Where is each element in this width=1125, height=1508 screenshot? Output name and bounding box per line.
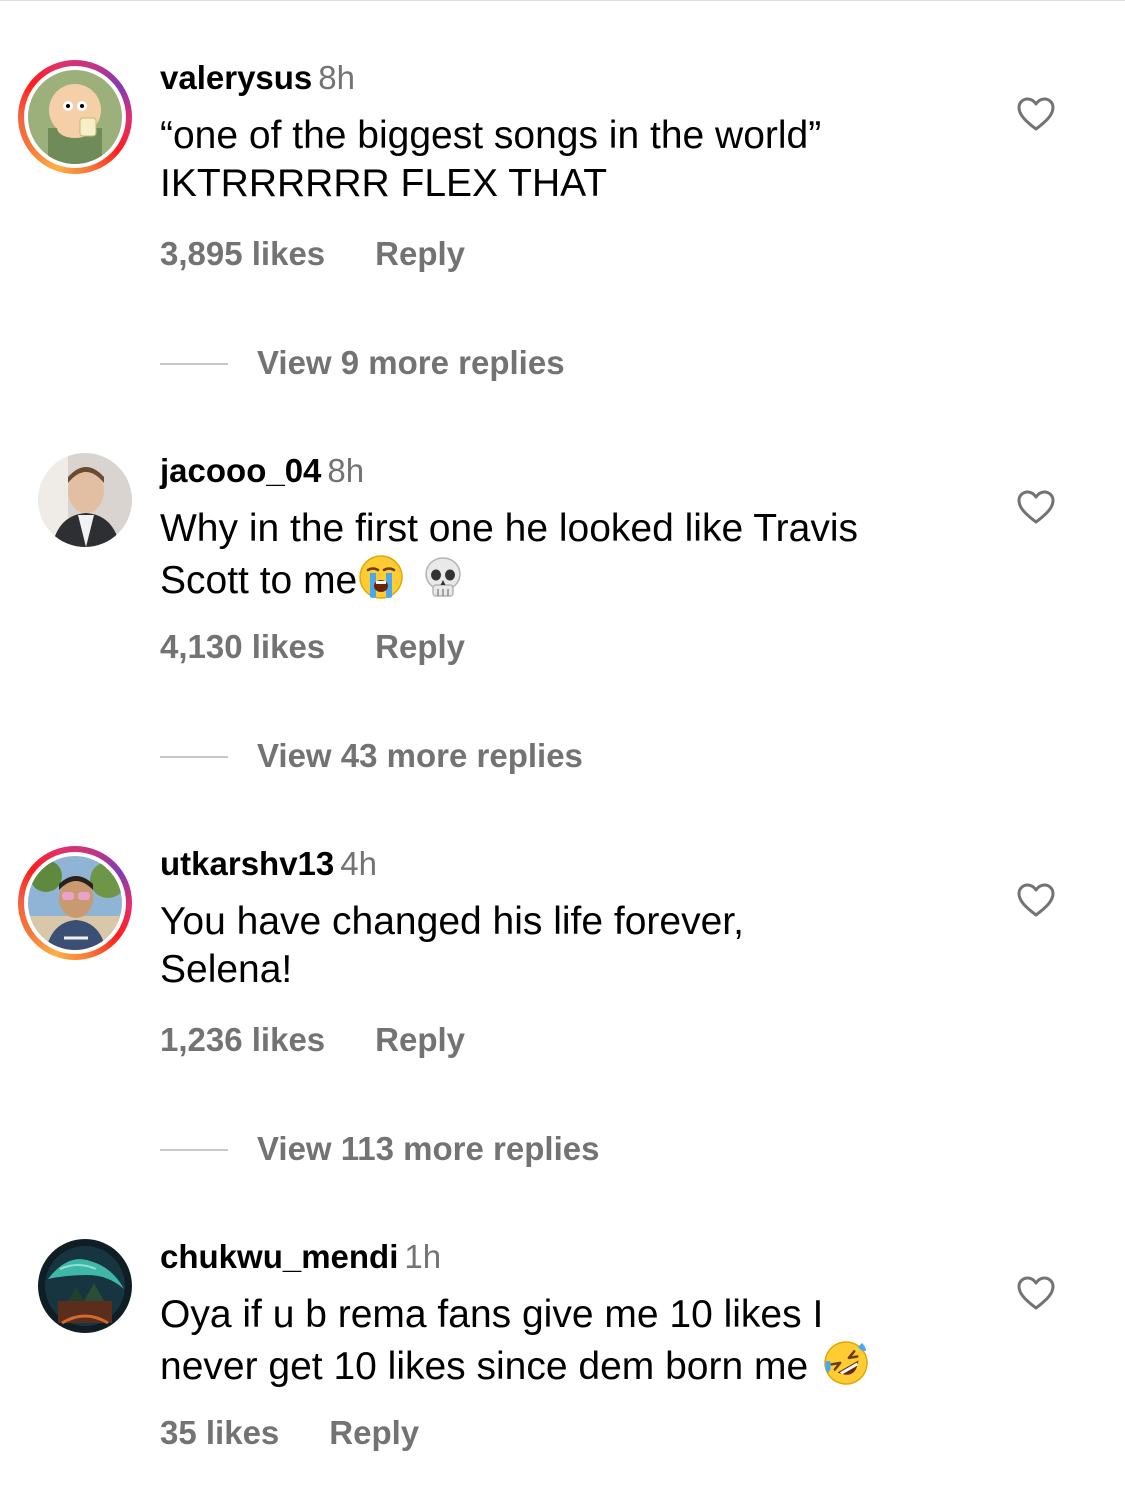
comment-text: You have changed his life forever, Selen…	[160, 900, 744, 991]
replies-divider	[160, 756, 228, 758]
username[interactable]: utkarshv13	[160, 845, 334, 882]
likes-count[interactable]: 4,130 likes	[160, 628, 325, 665]
heart-icon[interactable]	[1016, 1275, 1056, 1311]
heart-icon[interactable]	[1016, 489, 1056, 525]
reply-button[interactable]: Reply	[375, 235, 465, 272]
comment-meta: 3,895 likes Reply	[160, 234, 465, 274]
comment-meta: 4,130 likes Reply	[160, 627, 465, 667]
likes-count[interactable]: 1,236 likes	[160, 1021, 325, 1058]
heart-icon[interactable]	[1016, 96, 1056, 132]
top-divider	[0, 0, 1125, 1]
timestamp: 1h	[404, 1238, 442, 1275]
username[interactable]: chukwu_mendi	[160, 1238, 398, 1275]
comment-text: “one of the biggest songs in the world” …	[160, 114, 822, 205]
avatar[interactable]	[18, 60, 132, 174]
comment-header: chukwu_mendi 1h	[160, 1237, 441, 1277]
timestamp: 8h	[318, 59, 356, 96]
likes-count[interactable]: 3,895 likes	[160, 235, 325, 272]
reply-button[interactable]: Reply	[329, 1414, 419, 1451]
comment-header: jacooo_04 8h	[160, 451, 364, 491]
avatar[interactable]	[18, 846, 132, 960]
avatar[interactable]	[18, 433, 132, 547]
comment-meta: 35 likes Reply	[160, 1413, 419, 1453]
avatar[interactable]	[18, 1219, 132, 1333]
timestamp: 4h	[340, 845, 377, 882]
timestamp: 8h	[327, 452, 365, 489]
reply-button[interactable]: Reply	[375, 628, 465, 665]
skull-emoji	[419, 553, 467, 601]
heart-icon[interactable]	[1016, 882, 1056, 918]
replies-divider	[160, 363, 228, 365]
username[interactable]: jacooo_04	[160, 452, 321, 489]
reply-button[interactable]: Reply	[375, 1021, 465, 1058]
loudly-crying-face-emoji	[357, 553, 405, 601]
replies-divider	[160, 1149, 228, 1151]
comment-header: utkarshv13 4h	[160, 844, 377, 884]
comment-text: Why in the first one he looked like Trav…	[160, 507, 858, 602]
rolling-on-floor-laughing-emoji	[822, 1339, 870, 1387]
comment-meta: 1,236 likes Reply	[160, 1020, 465, 1060]
comment-header: valerysus 8h	[160, 58, 355, 98]
likes-count[interactable]: 35 likes	[160, 1414, 279, 1451]
username[interactable]: valerysus	[160, 59, 312, 96]
comment-text: Oya if u b rema fans give me 10 likes I …	[160, 1291, 980, 1391]
